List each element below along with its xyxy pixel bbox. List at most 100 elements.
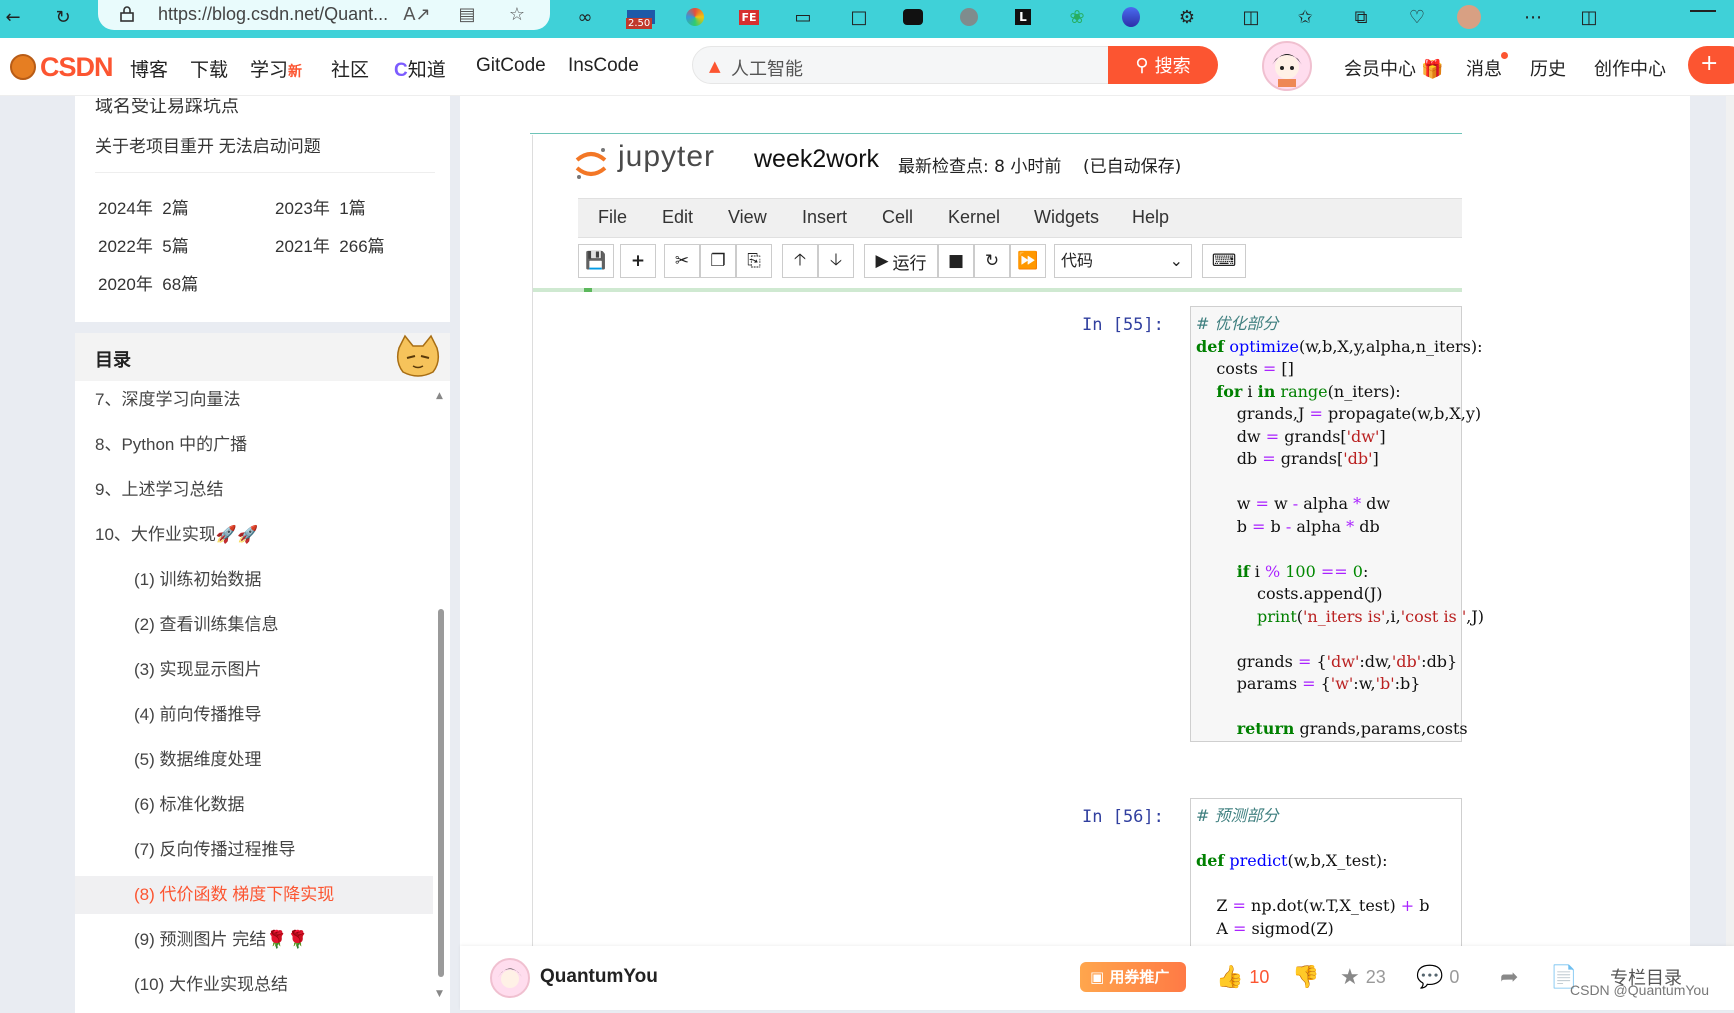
read-aloud-icon[interactable]: A↗ <box>403 1 430 27</box>
user-avatar[interactable] <box>1262 41 1312 91</box>
ext-drop-icon[interactable] <box>1118 4 1144 30</box>
nav-vip[interactable]: 会员中心 🎁 <box>1344 55 1443 81</box>
menu-kernel[interactable]: Kernel <box>948 207 1000 228</box>
ext-ball-icon[interactable] <box>682 4 708 30</box>
toc-item[interactable]: 9、上述学习总结 <box>75 471 433 509</box>
ext-globe-icon[interactable] <box>956 4 982 30</box>
nav-community[interactable]: 社区 <box>331 55 369 82</box>
nav-inscode[interactable]: InsCode <box>568 55 639 77</box>
recent-article-partial[interactable]: 域名受让易踩坑点 <box>95 98 239 118</box>
ext-badge-icon[interactable]: 2.50 <box>626 4 656 30</box>
favorites-icon[interactable]: ✩ <box>1292 4 1318 30</box>
ext-window-icon[interactable]: ▭ <box>790 4 816 30</box>
window-minimize-icon[interactable] <box>1690 10 1716 12</box>
move-down-icon[interactable]: 🡣 <box>818 244 854 278</box>
toc-item[interactable]: 10、大作业实现🚀🚀 <box>75 516 433 554</box>
author-avatar[interactable] <box>490 958 530 998</box>
menu-view[interactable]: View <box>728 207 767 228</box>
favorite-star-icon[interactable]: ☆ <box>504 1 530 27</box>
keyboard-icon[interactable]: ⌨ <box>1202 244 1246 278</box>
notebook-title[interactable]: week2work <box>754 145 879 174</box>
ext-fe-icon[interactable]: FE <box>736 4 762 30</box>
like-button[interactable]: 👍 10 <box>1216 964 1269 990</box>
back-icon[interactable]: ← <box>0 4 26 30</box>
restart-icon[interactable]: ↻ <box>974 244 1010 278</box>
promo-label: 用券推广 <box>1109 968 1170 986</box>
nav-gitcode[interactable]: GitCode <box>476 55 546 77</box>
dislike-button[interactable]: 👎 <box>1292 964 1319 990</box>
comment-button[interactable]: 💬 0 <box>1416 964 1459 990</box>
menu-widgets[interactable]: Widgets <box>1034 207 1099 228</box>
toc-item[interactable]: 8、Python 中的广播 <box>75 426 433 464</box>
health-icon[interactable]: ♡ <box>1404 4 1430 30</box>
scroll-up-icon[interactable]: ▲ <box>436 391 443 401</box>
scroll-down-icon[interactable]: ▼ <box>436 989 443 999</box>
csdn-logo[interactable]: CSDN <box>10 50 114 84</box>
toc-item[interactable]: (1) 训练初始数据 <box>75 561 433 599</box>
recent-article-link[interactable]: 关于老项目重开 无法启动问题 <box>95 132 321 157</box>
nav-creator-center[interactable]: 创作中心 <box>1594 55 1666 81</box>
cut-icon[interactable]: ✂ <box>664 244 700 278</box>
toc-item[interactable]: 7、深度学习向量法 <box>75 381 433 419</box>
profile-icon[interactable] <box>1456 4 1482 30</box>
search-button[interactable]: ⚲ 搜索 <box>1108 46 1218 84</box>
author-name[interactable]: QuantumYou <box>540 966 658 988</box>
gift-icon: 🎁 <box>1416 59 1444 79</box>
archive-2024[interactable]: 2024年 2篇 <box>98 194 189 219</box>
archive-2021[interactable]: 2021年 266篇 <box>275 232 385 257</box>
immersive-reader-icon[interactable]: ▤ <box>454 1 480 27</box>
nav-learn[interactable]: 学习新 <box>250 55 302 82</box>
nav-history[interactable]: 历史 <box>1530 55 1566 81</box>
toc-scrollbar[interactable] <box>438 609 444 977</box>
nav-blog[interactable]: 博客 <box>130 55 168 82</box>
address-bar[interactable]: https://blog.csdn.net/Quant... A↗ ▤ ☆ <box>98 0 550 30</box>
insert-cell-icon[interactable]: + <box>620 244 656 278</box>
toc-item[interactable]: (9) 预测图片 完结🌹🌹 <box>75 921 433 959</box>
copy-icon[interactable]: ❐ <box>700 244 736 278</box>
infinity-icon[interactable]: ∞ <box>572 4 598 30</box>
split-screen-icon[interactable]: ◫ <box>1238 4 1264 30</box>
run-button[interactable]: ▶ 运行 <box>864 244 938 278</box>
stop-icon[interactable]: ■ <box>938 244 974 278</box>
paste-icon[interactable]: ⎘ <box>736 244 772 278</box>
toc-item[interactable]: (3) 实现显示图片 <box>75 651 433 689</box>
toc-item[interactable]: (5) 数据维度处理 <box>75 741 433 779</box>
archive-2020[interactable]: 2020年 68篇 <box>98 270 198 295</box>
menu-file[interactable]: File <box>598 207 627 228</box>
cell-type-select[interactable]: 代码 ⌄ <box>1054 244 1192 278</box>
toc-item[interactable]: (2) 查看训练集信息 <box>75 606 433 644</box>
menu-edit[interactable]: Edit <box>662 207 693 228</box>
toc-item[interactable]: (10) 大作业实现总结 <box>75 966 433 1004</box>
toc-item[interactable]: (8) 代价函数 梯度下降实现 <box>75 876 433 914</box>
create-button[interactable]: + <box>1688 46 1734 84</box>
refresh-icon[interactable]: ↻ <box>50 4 76 30</box>
menu-insert[interactable]: Insert <box>802 207 847 228</box>
share-button[interactable]: ➦ <box>1500 964 1518 990</box>
ext-l-icon[interactable]: L <box>1010 4 1036 30</box>
archive-2022[interactable]: 2022年 5篇 <box>98 232 189 257</box>
more-icon[interactable]: ⋯ <box>1520 4 1546 30</box>
nav-messages[interactable]: 消息 <box>1466 55 1502 81</box>
sidebar-icon[interactable]: ◫ <box>1576 4 1602 30</box>
save-icon[interactable]: 💾 <box>578 244 614 278</box>
fast-forward-icon[interactable]: ⏩ <box>1010 244 1046 278</box>
favorite-button[interactable]: ★ 23 <box>1340 964 1386 990</box>
bookmark-icon[interactable]: □ <box>846 4 872 30</box>
move-up-icon[interactable]: 🡡 <box>782 244 818 278</box>
toc-item[interactable]: (7) 反向传播过程推导 <box>75 831 433 869</box>
page-scrollbar[interactable] <box>1726 96 1734 1010</box>
menu-help[interactable]: Help <box>1132 207 1169 228</box>
menu-cell[interactable]: Cell <box>882 207 913 228</box>
ext-tree-icon[interactable]: ❀ <box>1064 4 1090 30</box>
archive-year: 2023年 <box>275 199 330 218</box>
archive-2023[interactable]: 2023年 1篇 <box>275 194 366 219</box>
nav-zhidao[interactable]: C知道 <box>394 55 446 82</box>
search-input[interactable]: ▲ 人工智能 <box>692 46 1110 84</box>
nav-download[interactable]: 下载 <box>190 55 228 82</box>
toc-item[interactable]: (6) 标准化数据 <box>75 786 433 824</box>
extensions-icon[interactable]: ⚙ <box>1174 4 1200 30</box>
promo-button[interactable]: ▣ 用券推广 <box>1080 962 1186 992</box>
collections-icon[interactable]: ⧉ <box>1348 4 1374 30</box>
toc-item[interactable]: (4) 前向传播推导 <box>75 696 433 734</box>
ext-dots-icon[interactable] <box>900 4 926 30</box>
